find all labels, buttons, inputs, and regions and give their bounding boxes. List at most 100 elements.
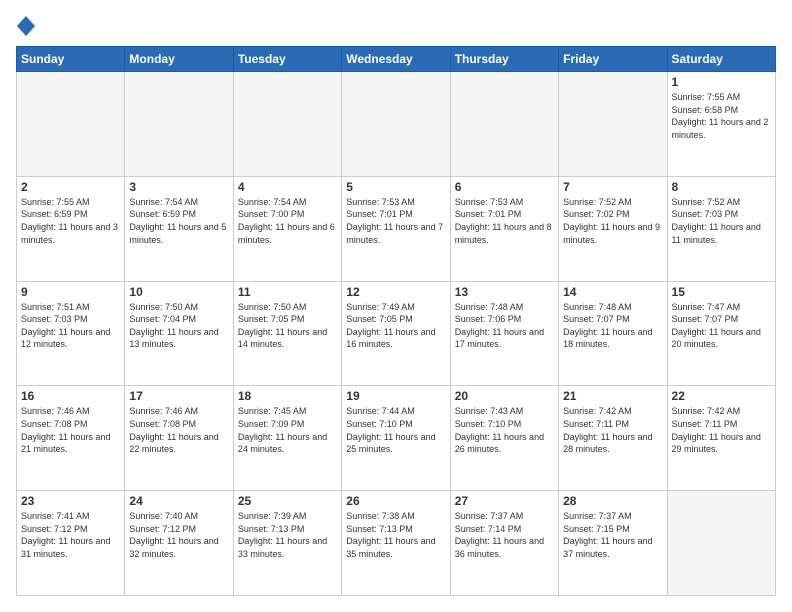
cell-info: Sunrise: 7:48 AMSunset: 7:06 PMDaylight:… — [455, 301, 554, 351]
calendar-cell: 10Sunrise: 7:50 AMSunset: 7:04 PMDayligh… — [125, 281, 233, 386]
cell-info: Sunrise: 7:37 AMSunset: 7:14 PMDaylight:… — [455, 510, 554, 560]
calendar-cell: 25 Sunrise: 7:39 AMSunset: 7:13 PMDayligh… — [233, 491, 341, 596]
day-number: 19 — [346, 389, 445, 403]
cell-info: Sunrise: 7:54 AMSunset: 7:00 PMDaylight:… — [238, 196, 337, 246]
cell-info: Sunrise: 7:47 AMSunset: 7:07 PMDaylight:… — [672, 301, 771, 351]
calendar-cell — [17, 72, 125, 177]
cell-info: Sunrise: 7:53 AMSunset: 7:01 PMDaylight:… — [455, 196, 554, 246]
day-number: 21 — [563, 389, 662, 403]
cell-info: Sunrise: 7:48 AMSunset: 7:07 PMDaylight:… — [563, 301, 662, 351]
cell-info: Sunrise: 7:45 AMSunset: 7:09 PMDaylight:… — [238, 405, 337, 455]
cell-info: Sunrise: 7:50 AMSunset: 7:05 PMDaylight:… — [238, 301, 337, 351]
cell-info: Sunrise: 7:43 AMSunset: 7:10 PMDaylight:… — [455, 405, 554, 455]
cell-info: Sunrise: 7:42 AMSunset: 7:11 PMDaylight:… — [672, 405, 771, 455]
day-number: 22 — [672, 389, 771, 403]
cell-info: Sunrise: 7:55 AMSunset: 6:58 PMDaylight:… — [672, 91, 771, 141]
cell-info: Sunrise: 7:38 AMSunset: 7:13 PMDaylight:… — [346, 510, 445, 560]
day-number: 13 — [455, 285, 554, 299]
calendar-cell: 7 Sunrise: 7:52 AMSunset: 7:02 PMDaylight… — [559, 176, 667, 281]
calendar-cell: 1 Sunrise: 7:55 AMSunset: 6:58 PMDaylight… — [667, 72, 775, 177]
calendar-cell — [233, 72, 341, 177]
calendar-week-4: 23 Sunrise: 7:41 AMSunset: 7:12 PMDayligh… — [17, 491, 776, 596]
calendar-cell: 4 Sunrise: 7:54 AMSunset: 7:00 PMDaylight… — [233, 176, 341, 281]
calendar-cell: 9 Sunrise: 7:51 AMSunset: 7:03 PMDaylight… — [17, 281, 125, 386]
calendar-cell: 16 Sunrise: 7:46 AMSunset: 7:08 PMDayligh… — [17, 386, 125, 491]
day-number: 16 — [21, 389, 120, 403]
day-number: 15 — [672, 285, 771, 299]
day-number: 11 — [238, 285, 337, 299]
day-number: 12 — [346, 285, 445, 299]
calendar-week-3: 16 Sunrise: 7:46 AMSunset: 7:08 PMDayligh… — [17, 386, 776, 491]
day-number: 7 — [563, 180, 662, 194]
calendar-cell: 6 Sunrise: 7:53 AMSunset: 7:01 PMDaylight… — [450, 176, 558, 281]
day-number: 27 — [455, 494, 554, 508]
cell-info: Sunrise: 7:51 AMSunset: 7:03 PMDaylight:… — [21, 301, 120, 351]
cell-info: Sunrise: 7:40 AMSunset: 7:12 PMDaylight:… — [129, 510, 228, 560]
calendar-cell: 18 Sunrise: 7:45 AMSunset: 7:09 PMDayligh… — [233, 386, 341, 491]
calendar-cell: 8Sunrise: 7:52 AMSunset: 7:03 PMDaylight… — [667, 176, 775, 281]
day-number: 1 — [672, 75, 771, 89]
logo — [16, 16, 36, 36]
day-number: 2 — [21, 180, 120, 194]
col-header-tuesday: Tuesday — [233, 47, 341, 72]
calendar-cell — [342, 72, 450, 177]
calendar-cell — [559, 72, 667, 177]
calendar-cell: 5 Sunrise: 7:53 AMSunset: 7:01 PMDaylight… — [342, 176, 450, 281]
calendar-table: SundayMondayTuesdayWednesdayThursdayFrid… — [16, 46, 776, 596]
day-number: 18 — [238, 389, 337, 403]
calendar-cell: 22 Sunrise: 7:42 AMSunset: 7:11 PMDayligh… — [667, 386, 775, 491]
cell-info: Sunrise: 7:53 AMSunset: 7:01 PMDaylight:… — [346, 196, 445, 246]
col-header-friday: Friday — [559, 47, 667, 72]
day-number: 20 — [455, 389, 554, 403]
col-header-wednesday: Wednesday — [342, 47, 450, 72]
calendar-week-2: 9 Sunrise: 7:51 AMSunset: 7:03 PMDaylight… — [17, 281, 776, 386]
calendar-cell: 15 Sunrise: 7:47 AMSunset: 7:07 PMDayligh… — [667, 281, 775, 386]
calendar-cell: 24 Sunrise: 7:40 AMSunset: 7:12 PMDayligh… — [125, 491, 233, 596]
calendar-cell — [125, 72, 233, 177]
calendar-cell: 19 Sunrise: 7:44 AMSunset: 7:10 PMDayligh… — [342, 386, 450, 491]
day-number: 14 — [563, 285, 662, 299]
day-number: 25 — [238, 494, 337, 508]
cell-info: Sunrise: 7:54 AMSunset: 6:59 PMDaylight:… — [129, 196, 228, 246]
day-number: 28 — [563, 494, 662, 508]
calendar-cell: 11 Sunrise: 7:50 AMSunset: 7:05 PMDayligh… — [233, 281, 341, 386]
cell-info: Sunrise: 7:39 AMSunset: 7:13 PMDaylight:… — [238, 510, 337, 560]
col-header-monday: Monday — [125, 47, 233, 72]
calendar-cell: 26Sunrise: 7:38 AMSunset: 7:13 PMDayligh… — [342, 491, 450, 596]
cell-info: Sunrise: 7:46 AMSunset: 7:08 PMDaylight:… — [129, 405, 228, 455]
col-header-sunday: Sunday — [17, 47, 125, 72]
cell-info: Sunrise: 7:52 AMSunset: 7:02 PMDaylight:… — [563, 196, 662, 246]
calendar-cell: 13 Sunrise: 7:48 AMSunset: 7:06 PMDayligh… — [450, 281, 558, 386]
calendar-cell: 3 Sunrise: 7:54 AMSunset: 6:59 PMDaylight… — [125, 176, 233, 281]
day-number: 17 — [129, 389, 228, 403]
header — [16, 16, 776, 36]
calendar-cell — [450, 72, 558, 177]
calendar-cell: 21 Sunrise: 7:42 AMSunset: 7:11 PMDayligh… — [559, 386, 667, 491]
day-number: 3 — [129, 180, 228, 194]
logo-icon — [17, 16, 35, 36]
cell-info: Sunrise: 7:41 AMSunset: 7:12 PMDaylight:… — [21, 510, 120, 560]
calendar-cell: 14 Sunrise: 7:48 AMSunset: 7:07 PMDayligh… — [559, 281, 667, 386]
calendar-cell: 12 Sunrise: 7:49 AMSunset: 7:05 PMDayligh… — [342, 281, 450, 386]
cell-info: Sunrise: 7:37 AMSunset: 7:15 PMDaylight:… — [563, 510, 662, 560]
day-number: 9 — [21, 285, 120, 299]
col-header-thursday: Thursday — [450, 47, 558, 72]
calendar-cell: 27 Sunrise: 7:37 AMSunset: 7:14 PMDayligh… — [450, 491, 558, 596]
cell-info: Sunrise: 7:42 AMSunset: 7:11 PMDaylight:… — [563, 405, 662, 455]
cell-info: Sunrise: 7:49 AMSunset: 7:05 PMDaylight:… — [346, 301, 445, 351]
day-number: 6 — [455, 180, 554, 194]
cell-info: Sunrise: 7:55 AMSunset: 6:59 PMDaylight:… — [21, 196, 120, 246]
day-number: 5 — [346, 180, 445, 194]
calendar-cell: 20 Sunrise: 7:43 AMSunset: 7:10 PMDayligh… — [450, 386, 558, 491]
calendar-cell — [667, 491, 775, 596]
calendar-week-1: 2 Sunrise: 7:55 AMSunset: 6:59 PMDaylight… — [17, 176, 776, 281]
day-number: 24 — [129, 494, 228, 508]
cell-info: Sunrise: 7:46 AMSunset: 7:08 PMDaylight:… — [21, 405, 120, 455]
col-header-saturday: Saturday — [667, 47, 775, 72]
day-number: 23 — [21, 494, 120, 508]
cell-info: Sunrise: 7:44 AMSunset: 7:10 PMDaylight:… — [346, 405, 445, 455]
day-number: 4 — [238, 180, 337, 194]
day-number: 8 — [672, 180, 771, 194]
calendar-cell: 28 Sunrise: 7:37 AMSunset: 7:15 PMDayligh… — [559, 491, 667, 596]
calendar-week-0: 1 Sunrise: 7:55 AMSunset: 6:58 PMDaylight… — [17, 72, 776, 177]
